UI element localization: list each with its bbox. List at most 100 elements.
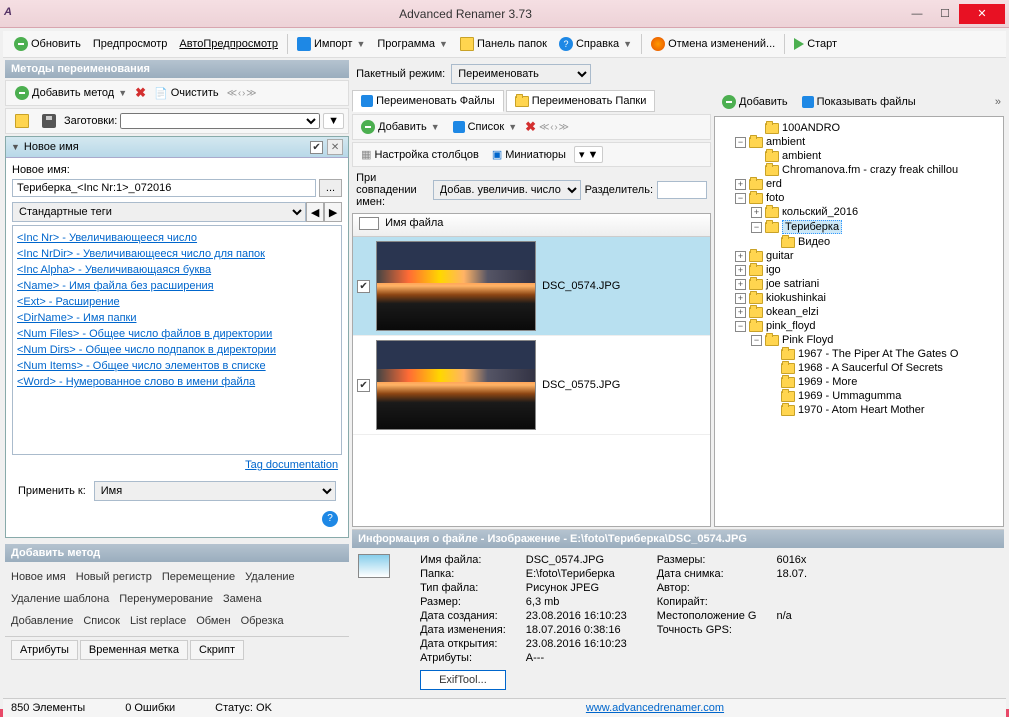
tag-doc-link[interactable]: Tag documentation xyxy=(245,459,338,471)
tree-item[interactable]: +kiokushinkai xyxy=(719,291,999,305)
tag-link[interactable]: <Inc Nr> - Увеличивающееся число xyxy=(17,230,337,246)
collapse-icon[interactable]: ▼ xyxy=(11,142,20,152)
help-button[interactable]: ?Справка▼ xyxy=(554,35,637,53)
addmethod-tab[interactable]: Временная метка xyxy=(80,640,188,660)
tree-item[interactable]: +igo xyxy=(719,263,999,277)
folder-tree[interactable]: 100ANDRO−ambientambientChromanova.fm - c… xyxy=(714,116,1004,527)
delete-method-button[interactable]: ✖ xyxy=(135,85,146,101)
tag-link[interactable]: <Word> - Нумерованное слово в имени файл… xyxy=(17,374,337,390)
select-all-checkbox[interactable] xyxy=(359,217,379,230)
addmethod-link[interactable]: Обрезка xyxy=(241,610,284,632)
addmethod-link[interactable]: Список xyxy=(83,610,120,632)
add-method-button[interactable]: Добавить метод▼ xyxy=(10,84,132,102)
reorder-controls[interactable]: ≪ ‹ › ≫ xyxy=(227,88,256,99)
close-button[interactable]: ✕ xyxy=(959,4,1005,24)
tag-link[interactable]: <Num Items> - Общее число элементов в сп… xyxy=(17,358,337,374)
tree-item[interactable]: 1967 - The Piper At The Gates O xyxy=(719,347,999,361)
import-button[interactable]: Импорт▼ xyxy=(292,35,370,53)
autopreview-button[interactable]: АвтоПредпросмотр xyxy=(174,36,283,52)
addmethod-tab[interactable]: Атрибуты xyxy=(11,640,78,660)
tree-item[interactable]: 1970 - Atom Heart Mother xyxy=(719,403,999,417)
addmethod-link[interactable]: Добавление xyxy=(11,610,73,632)
expand-icon[interactable]: + xyxy=(735,293,746,304)
tag-link[interactable]: <DirName> - Имя папки xyxy=(17,310,337,326)
tree-item[interactable]: +erd xyxy=(719,177,999,191)
tab-rename-files[interactable]: Переименовать Файлы xyxy=(352,90,504,112)
program-button[interactable]: Программа▼ xyxy=(372,36,453,52)
file-delete-button[interactable]: ✖ xyxy=(525,119,536,135)
file-add-button[interactable]: Добавить▼ xyxy=(356,118,445,136)
tree-item[interactable]: −Териберка xyxy=(719,219,999,235)
file-item[interactable]: ✔DSC_0575.JPG xyxy=(353,336,710,435)
addmethod-link[interactable]: Перенумерование xyxy=(119,588,213,610)
undo-button[interactable]: Отмена изменений... xyxy=(646,35,780,53)
tree-item[interactable]: −foto xyxy=(719,191,999,205)
expand-icon[interactable]: + xyxy=(735,179,746,190)
expand-icon[interactable]: − xyxy=(735,193,746,204)
tree-item[interactable]: −ambient xyxy=(719,135,999,149)
apply-to-select[interactable]: Имя xyxy=(94,481,336,501)
tag-link[interactable]: <Inc NrDir> - Увеличивающееся число для … xyxy=(17,246,337,262)
thumbs-button[interactable]: ▣Миниатюры xyxy=(487,146,571,163)
expand-icon[interactable]: + xyxy=(751,207,762,218)
addmethod-tab[interactable]: Скрипт xyxy=(190,640,244,660)
newname-input[interactable] xyxy=(12,179,316,197)
columns-button[interactable]: ▦Настройка столбцов xyxy=(356,146,484,163)
presets-select[interactable] xyxy=(120,113,320,129)
expand-icon[interactable]: − xyxy=(751,222,762,233)
refresh-button[interactable]: Обновить xyxy=(9,35,86,53)
addmethod-link[interactable]: Новый регистр xyxy=(76,566,152,588)
addmethod-link[interactable]: Перемещение xyxy=(162,566,235,588)
file-checkbox[interactable]: ✔ xyxy=(357,280,370,293)
tag-prev-button[interactable]: ◀ xyxy=(306,202,324,222)
tree-item[interactable]: 1969 - Ummagumma xyxy=(719,389,999,403)
folder-panel-button[interactable]: Панель папок xyxy=(455,35,552,53)
tree-item[interactable]: −pink_floyd xyxy=(719,319,999,333)
expand-icon[interactable]: − xyxy=(735,321,746,332)
tag-link[interactable]: <Inc Alpha> - Увеличивающаяся буква xyxy=(17,262,337,278)
browse-button[interactable]: ... xyxy=(319,179,342,197)
separator-input[interactable] xyxy=(657,181,707,199)
expand-icon[interactable]: + xyxy=(735,307,746,318)
expand-icon[interactable]: + xyxy=(735,251,746,262)
file-item[interactable]: ✔DSC_0574.JPG xyxy=(353,237,710,336)
addmethod-link[interactable]: Удаление шаблона xyxy=(11,588,109,610)
tree-item[interactable]: Видео xyxy=(719,235,999,249)
preview-button[interactable]: Предпросмотр xyxy=(88,36,173,52)
expand-icon[interactable]: + xyxy=(735,279,746,290)
thumb-size[interactable]: ▾ ▼ xyxy=(574,146,603,163)
addmethod-link[interactable]: Обмен xyxy=(196,610,230,632)
tree-more[interactable]: » xyxy=(995,96,1001,108)
open-preset-button[interactable] xyxy=(10,112,34,130)
preset-dropdown[interactable]: ▼ xyxy=(323,113,344,129)
tags-combo[interactable]: Стандартные теги xyxy=(12,202,306,222)
method-help-icon[interactable]: ? xyxy=(322,511,338,527)
addmethod-link[interactable]: List replace xyxy=(130,610,186,632)
addmethod-link[interactable]: Новое имя xyxy=(11,566,66,588)
tag-next-button[interactable]: ▶ xyxy=(324,202,342,222)
tree-item[interactable]: +guitar xyxy=(719,249,999,263)
collision-select[interactable]: Добав. увеличив. число xyxy=(433,180,581,200)
tab-rename-folders[interactable]: Переименовать Папки xyxy=(506,90,656,112)
method-enable-checkbox[interactable]: ✔ xyxy=(310,141,323,154)
tree-item[interactable]: +joe satriani xyxy=(719,277,999,291)
tree-item[interactable]: 1968 - A Saucerful Of Secrets xyxy=(719,361,999,375)
addmethod-link[interactable]: Удаление xyxy=(245,566,295,588)
tree-item[interactable]: +okean_elzi xyxy=(719,305,999,319)
expand-icon[interactable]: − xyxy=(751,335,762,346)
clear-methods-button[interactable]: 📄Очистить xyxy=(149,85,224,102)
method-close-button[interactable]: ✕ xyxy=(327,139,343,155)
file-checkbox[interactable]: ✔ xyxy=(357,379,370,392)
exif-button[interactable]: ExifTool... xyxy=(420,670,506,690)
tag-link[interactable]: <Num Dirs> - Общее число подпапок в дире… xyxy=(17,342,337,358)
tree-item[interactable]: ambient xyxy=(719,149,999,163)
tag-link[interactable]: <Ext> - Расширение xyxy=(17,294,337,310)
tree-item[interactable]: Chromanova.fm - crazy freak chillou xyxy=(719,163,999,177)
tree-item[interactable]: 100ANDRO xyxy=(719,121,999,135)
batch-mode-select[interactable]: Переименовать xyxy=(451,64,591,84)
tree-item[interactable]: −Pink Floyd xyxy=(719,333,999,347)
tree-showfiles-button[interactable]: Показывать файлы xyxy=(797,94,921,110)
minimize-button[interactable]: — xyxy=(903,4,931,24)
addmethod-link[interactable]: Замена xyxy=(223,588,262,610)
file-reorder[interactable]: ≪ ‹ › ≫ xyxy=(539,122,568,133)
